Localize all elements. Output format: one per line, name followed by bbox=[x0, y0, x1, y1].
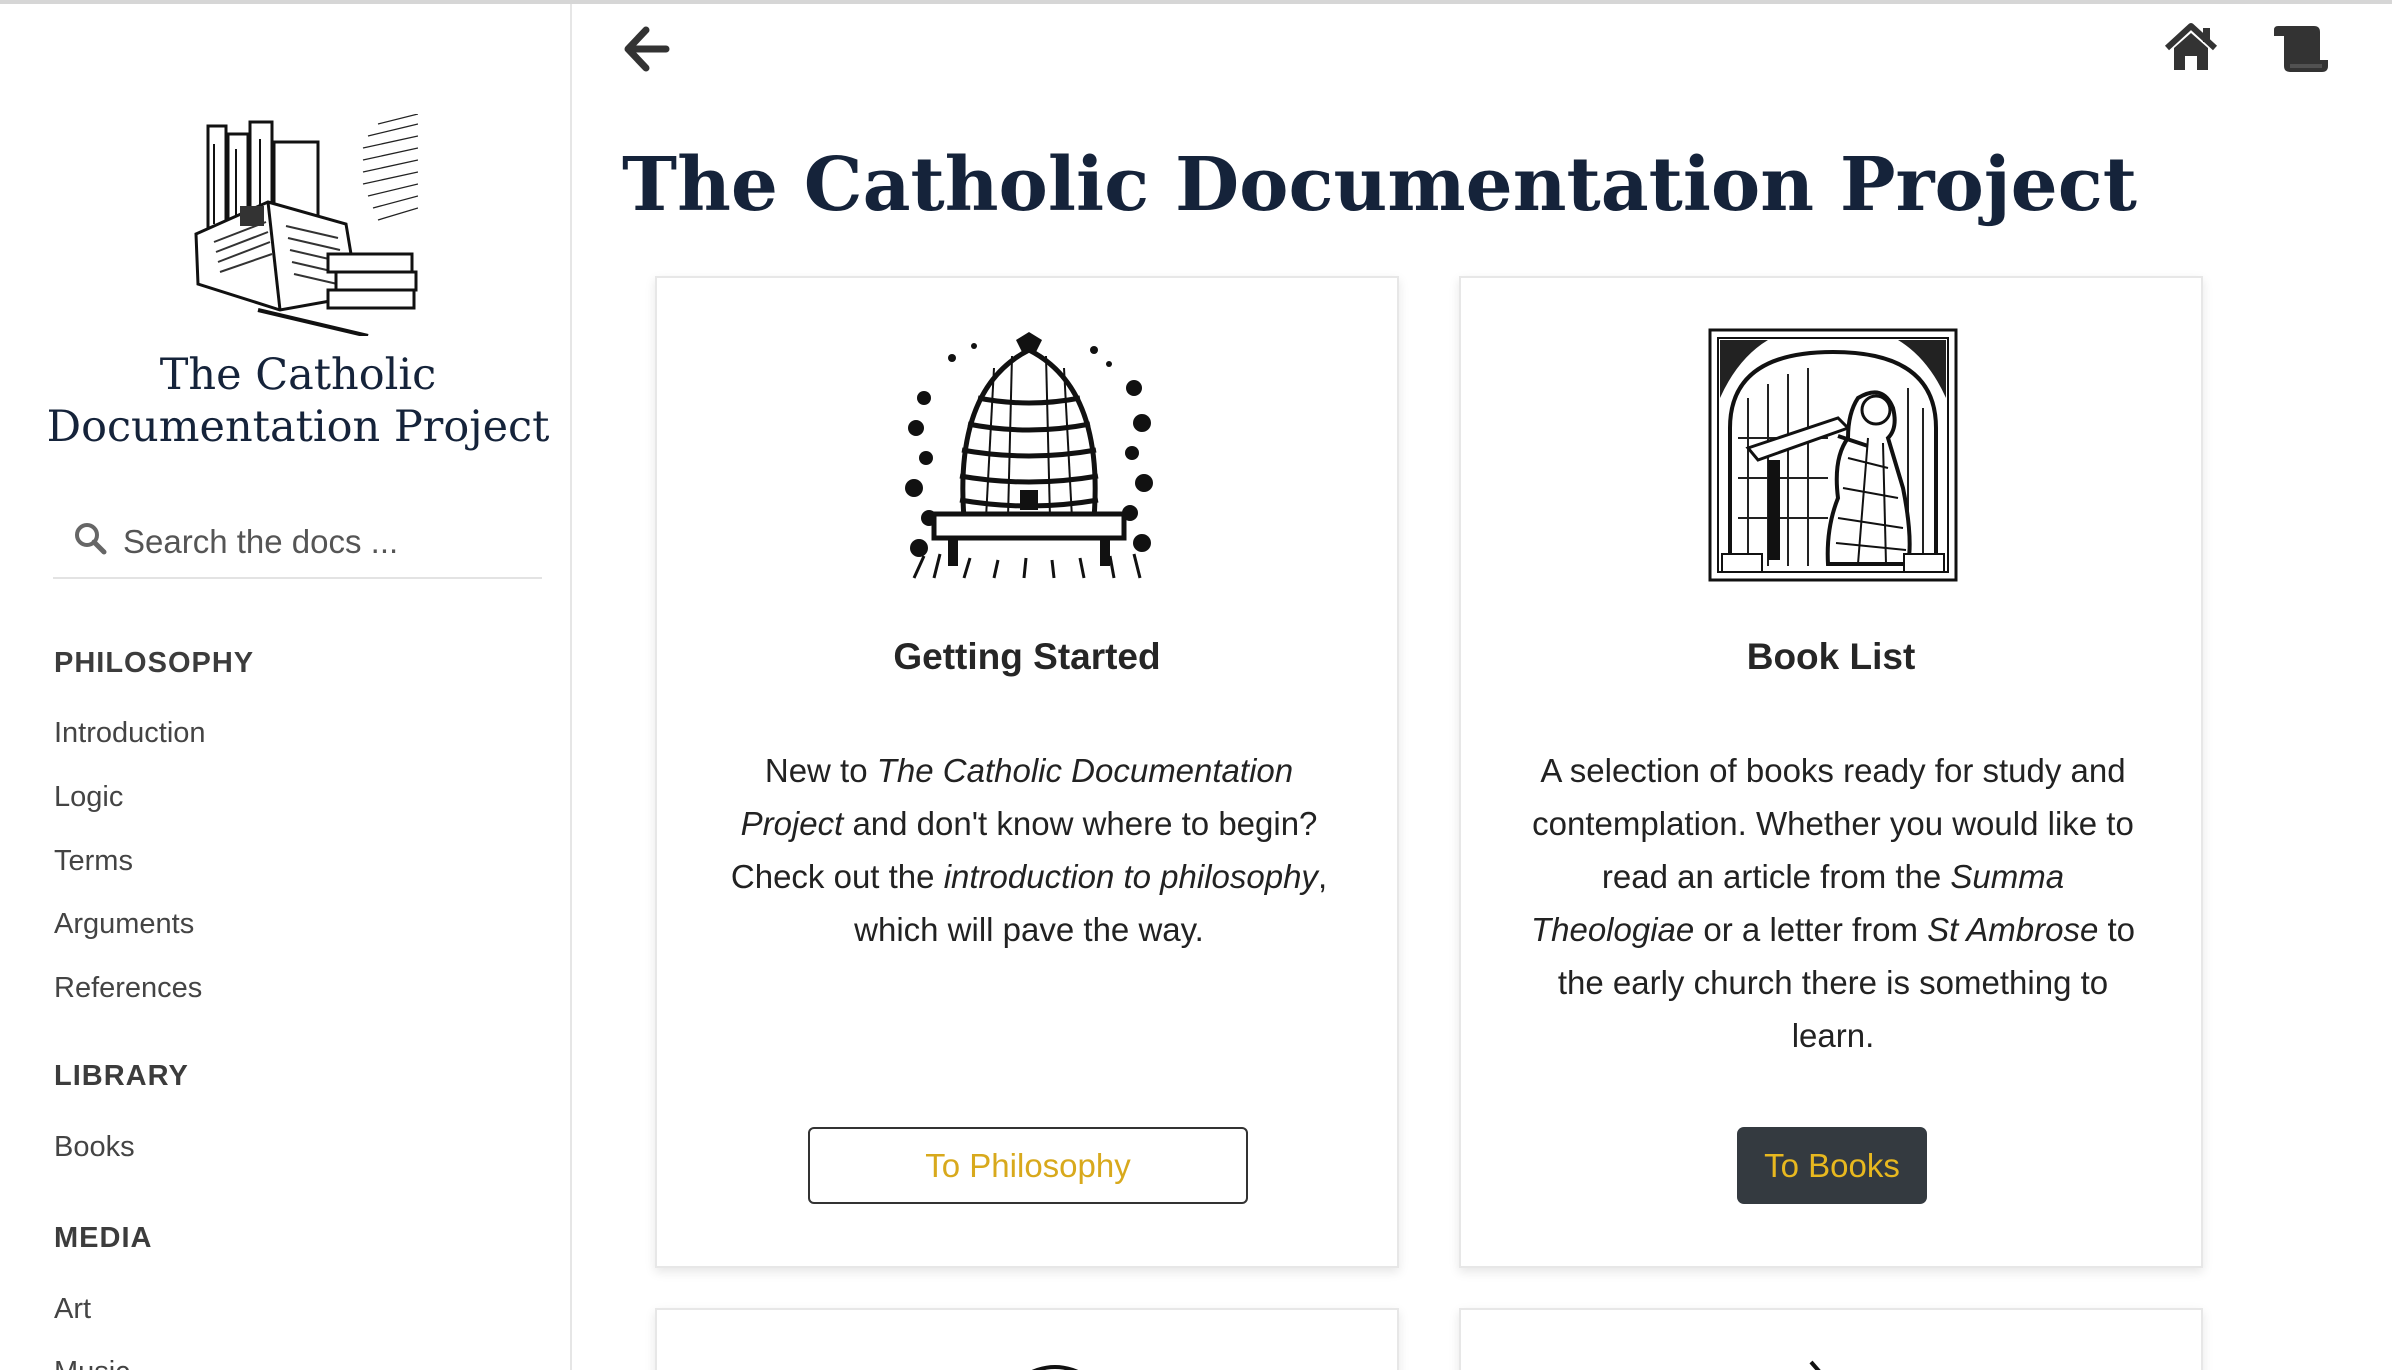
card-getting-started: Getting Started New to The Catholic Docu… bbox=[655, 276, 1399, 1268]
nav-section-philosophy: PHILOSOPHY bbox=[54, 647, 255, 679]
sidebar: The Catholic Documentation Project PHILO… bbox=[0, 4, 572, 1370]
nav-section-library: LIBRARY bbox=[54, 1060, 189, 1092]
emphasis-text: St Ambrose bbox=[1927, 911, 2099, 948]
card-book-list: Book List A selection of books ready for… bbox=[1459, 276, 2203, 1268]
site-title-line-2: Documentation Project bbox=[46, 402, 550, 452]
emphasis-text: introduction to philosophy bbox=[943, 858, 1318, 895]
search-input[interactable] bbox=[123, 517, 523, 567]
card-partial-3 bbox=[655, 1308, 1399, 1370]
card-description: A selection of books ready for study and… bbox=[1521, 744, 2145, 1062]
body-text: New to bbox=[764, 752, 877, 789]
card-image-partial bbox=[1809, 1360, 1821, 1370]
search-icon bbox=[75, 523, 107, 555]
nav-item-art[interactable]: Art bbox=[54, 1293, 91, 1326]
nav-item-logic[interactable]: Logic bbox=[54, 781, 123, 814]
body-text: or a letter from bbox=[1694, 911, 1928, 948]
nav-item-arguments[interactable]: Arguments bbox=[54, 908, 194, 941]
card-partial-4 bbox=[1459, 1308, 2203, 1370]
card-title: Book List bbox=[1746, 636, 1916, 677]
page-title: The Catholic Documentation Project bbox=[622, 142, 2137, 228]
books-logo-icon[interactable] bbox=[178, 114, 418, 336]
nav-item-terms[interactable]: Terms bbox=[54, 845, 133, 878]
scribe-image bbox=[1708, 328, 1958, 582]
site-title[interactable]: The Catholic Documentation Project bbox=[0, 349, 570, 453]
nav-item-references[interactable]: References bbox=[54, 972, 202, 1005]
site-title-line-1: The Catholic bbox=[159, 350, 437, 400]
beehive-image bbox=[905, 332, 1153, 579]
scroll-icon[interactable] bbox=[2270, 22, 2332, 74]
nav-section-media: MEDIA bbox=[54, 1222, 153, 1254]
search-box bbox=[53, 509, 542, 579]
card-title: Getting Started bbox=[893, 636, 1161, 677]
home-icon[interactable] bbox=[2163, 22, 2219, 74]
nav-item-introduction[interactable]: Introduction bbox=[54, 717, 206, 750]
nav-item-music[interactable]: Music bbox=[54, 1356, 130, 1370]
to-philosophy-button[interactable]: To Philosophy bbox=[808, 1127, 1248, 1204]
nav-item-books[interactable]: Books bbox=[54, 1131, 135, 1164]
card-image-partial bbox=[1031, 1365, 1079, 1370]
card-description: New to The Catholic Documentation Projec… bbox=[717, 744, 1341, 956]
arrow-left-icon[interactable] bbox=[620, 24, 672, 74]
to-books-button[interactable]: To Books bbox=[1737, 1127, 1927, 1204]
